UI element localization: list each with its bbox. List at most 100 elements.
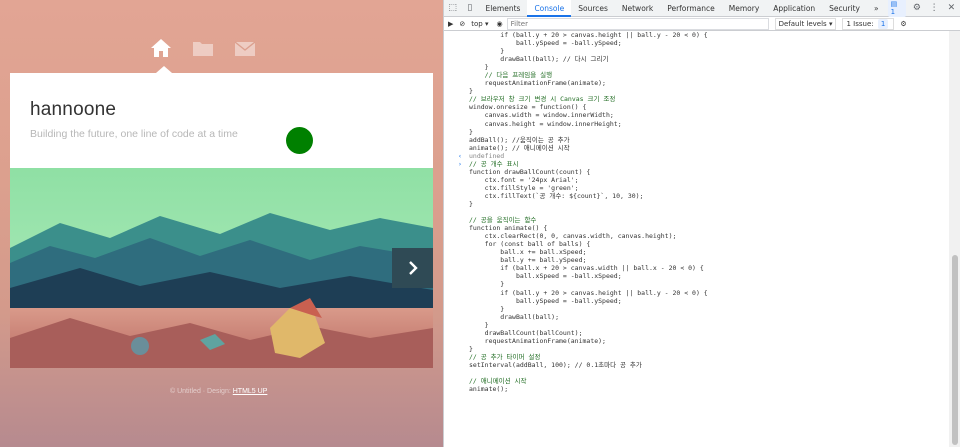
console-line-text: drawBall(ball);	[469, 312, 560, 321]
console-line-text: }	[469, 280, 505, 289]
console-line: if (ball.y + 20 > canvas.height || ball.…	[444, 289, 949, 297]
more-tabs-button[interactable]: »	[867, 0, 886, 17]
console-line: function drawBallCount(count) {	[444, 168, 949, 176]
issues-count: 1	[877, 18, 889, 29]
console-line-text: if (ball.x + 20 > canvas.width || ball.x…	[469, 264, 704, 273]
footer-link[interactable]: HTML5 UP	[233, 388, 268, 395]
console-line-text: ctx.font = '24px Arial';	[469, 175, 579, 184]
close-icon[interactable]: ✕	[943, 0, 960, 17]
eye-icon[interactable]: ◉	[497, 20, 503, 28]
console-line: }	[444, 47, 949, 55]
sidebar-toggle-icon[interactable]: ▶	[448, 20, 453, 28]
devtools-panel: ⬚ ▯ Elements Console Sources Network Per…	[443, 0, 960, 447]
tab-memory[interactable]: Memory	[722, 0, 767, 17]
console-line: ball.xSpeed = -ball.xSpeed;	[444, 272, 949, 280]
header-card: hannoone Building the future, one line o…	[10, 73, 433, 168]
console-line: ctx.clearRect(0, 0, canvas.width, canvas…	[444, 232, 949, 240]
console-line: ctx.fillText(`공 개수: ${count}`, 10, 30);	[444, 192, 949, 200]
green-ball	[286, 127, 313, 154]
console-line: drawBall(ball);	[444, 313, 949, 321]
console-line-text: if (ball.y + 20 > canvas.height || ball.…	[469, 288, 708, 297]
context-selector[interactable]: top ▾	[471, 20, 488, 28]
console-line-text: ball.ySpeed = -ball.ySpeed;	[469, 296, 622, 305]
console-line: }	[444, 200, 949, 208]
console-line-text: ball.xSpeed = -ball.xSpeed;	[469, 272, 622, 281]
default-levels-dropdown[interactable]: Default levels ▾	[774, 17, 837, 30]
gear-icon[interactable]: ⚙	[908, 0, 925, 17]
tab-security[interactable]: Security	[822, 0, 867, 17]
console-line-text: undefined	[469, 151, 505, 160]
console-line-text: // 공 개수 표시	[469, 159, 519, 168]
tab-performance[interactable]: Performance	[660, 0, 722, 17]
console-line: requestAnimationFrame(animate);	[444, 79, 949, 87]
inspect-element-icon[interactable]: ⬚	[444, 0, 461, 17]
console-scrollbar[interactable]	[949, 31, 960, 447]
filter-input[interactable]	[506, 17, 769, 30]
issues-button[interactable]: 1 Issue: 1	[842, 17, 895, 30]
console-line: ball.ySpeed = -ball.ySpeed;	[444, 39, 949, 47]
console-line: drawBall(ball); // 다시 그리기	[444, 55, 949, 63]
console-line: animate(); // 애니메이션 시작	[444, 144, 949, 152]
console-line: drawBallCount(ballCount);	[444, 329, 949, 337]
console-line-text: addBall(); //움직이는 공 추가	[469, 135, 570, 144]
console-line-text: ball.ySpeed = -ball.ySpeed;	[469, 39, 622, 48]
console-line-text: }	[469, 47, 505, 56]
footer-text: © Untitled · Design:	[170, 388, 231, 395]
tab-application[interactable]: Application	[766, 0, 822, 17]
console-line: }	[444, 321, 949, 329]
console-line-text: for (const ball of balls) {	[469, 240, 591, 249]
console-line-text: animate(); // 애니메이션 시작	[469, 143, 570, 152]
console-line: // 공 추가 타이머 설정	[444, 353, 949, 361]
console-line-text: }	[469, 304, 505, 313]
console-line-text: canvas.height = window.innerHeight;	[469, 119, 622, 128]
more-options-icon[interactable]: ⋮	[926, 0, 943, 17]
site-tagline: Building the future, one line of code at…	[30, 128, 238, 140]
console-output[interactable]: if (ball.y + 20 > canvas.height || ball.…	[444, 31, 949, 447]
default-levels-label: Default levels	[778, 19, 827, 28]
next-slide-button[interactable]	[392, 248, 433, 288]
tab-sources[interactable]: Sources	[571, 0, 615, 17]
console-line: canvas.height = window.innerHeight;	[444, 120, 949, 128]
folder-icon[interactable]	[192, 38, 216, 58]
console-line-text: setInterval(addBall, 100); // 0.1초마다 공 추…	[469, 360, 642, 369]
tab-console[interactable]: Console	[527, 0, 572, 17]
page-footer: © Untitled · Design: HTML5 UP	[170, 388, 267, 395]
console-line-text: canvas.width = window.innerWidth;	[469, 111, 614, 120]
scrollbar-thumb[interactable]	[952, 255, 958, 445]
mail-icon[interactable]	[234, 38, 258, 58]
console-line-text: }	[469, 199, 473, 208]
home-icon[interactable]	[150, 38, 174, 58]
console-line-text: drawBall(ball); // 다시 그리기	[469, 55, 609, 64]
console-line-text: function drawBallCount(count) {	[469, 167, 591, 176]
hero-landscape-image	[10, 168, 433, 368]
tab-elements[interactable]: Elements	[478, 0, 527, 17]
console-line-text: function animate() {	[469, 224, 548, 233]
console-line: ball.x += ball.xSpeed;	[444, 248, 949, 256]
console-line: // 애니메이션 시작	[444, 377, 949, 385]
console-settings-icon[interactable]: ⚙	[900, 20, 906, 28]
clear-console-icon[interactable]: ⊘	[459, 20, 465, 28]
site-title: hannoone	[30, 99, 117, 120]
console-line-text: ball.x += ball.xSpeed;	[469, 248, 587, 257]
console-line-text: requestAnimationFrame(animate);	[469, 336, 606, 345]
console-line-text: }	[469, 320, 489, 329]
console-line-text: requestAnimationFrame(animate);	[469, 79, 606, 88]
console-line: window.onresize = function() {	[444, 103, 949, 111]
console-line-marker: ›	[458, 159, 462, 168]
console-line-text: // 공 추가 타이머 설정	[469, 352, 541, 361]
messages-count: 1	[890, 8, 896, 16]
tab-network[interactable]: Network	[615, 0, 660, 17]
console-line: }	[444, 280, 949, 288]
console-line: // 다음 프레임을 실행	[444, 71, 949, 79]
console-toolbar: ▶ ⊘ top ▾ ◉ Default levels ▾ 1 Issue: 1 …	[444, 17, 960, 31]
console-line: ball.ySpeed = -ball.ySpeed;	[444, 297, 949, 305]
console-line-text: }	[469, 63, 489, 72]
messages-badge[interactable]: ▤ 1	[887, 0, 907, 17]
console-line: ball.y += ball.ySpeed;	[444, 256, 949, 264]
console-line: }	[444, 345, 949, 353]
console-line-text: // 공을 움직이는 함수	[469, 216, 537, 225]
console-line: requestAnimationFrame(animate);	[444, 337, 949, 345]
device-toolbar-icon[interactable]: ▯	[461, 0, 478, 17]
